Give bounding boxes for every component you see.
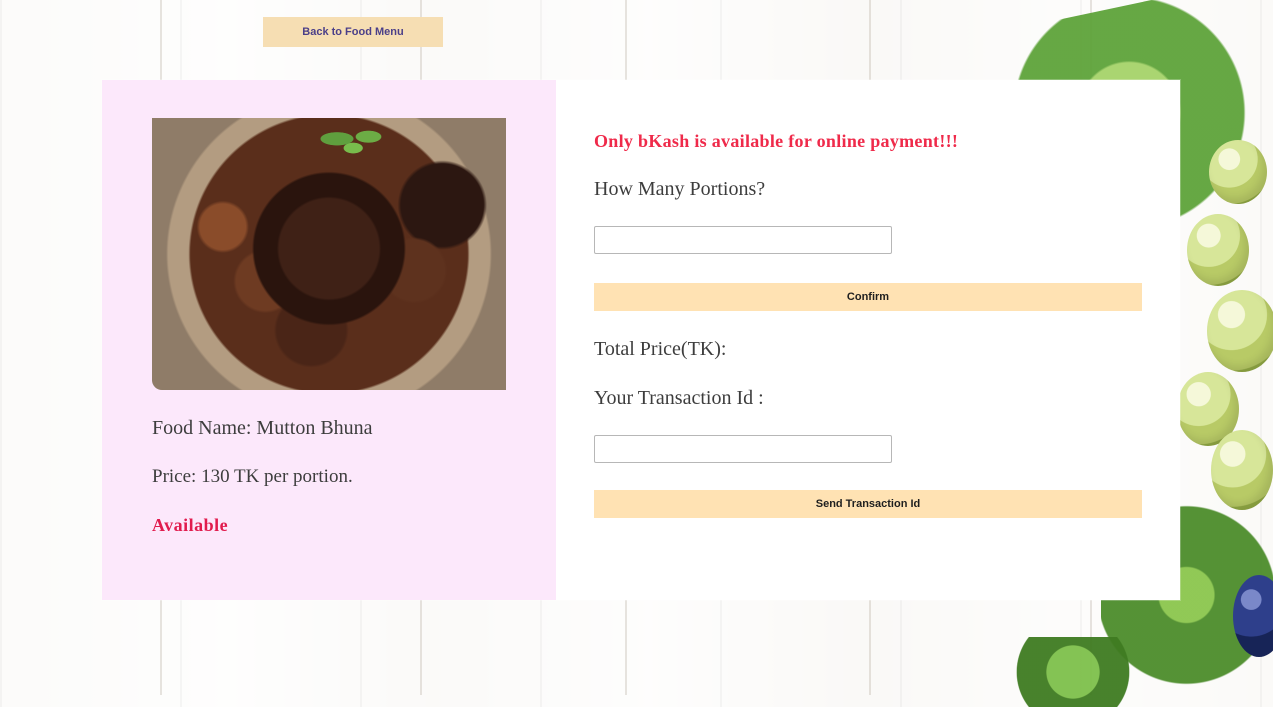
transaction-id-label: Your Transaction Id : — [594, 387, 764, 409]
confirm-button[interactable]: Confirm — [594, 283, 1142, 311]
food-name: Food Name: Mutton Bhuna — [152, 417, 373, 439]
send-transaction-id-button[interactable]: Send Transaction Id — [594, 490, 1142, 518]
total-price-label: Total Price(TK): — [594, 338, 727, 360]
portions-input[interactable] — [594, 226, 892, 254]
decorative-grape — [1209, 140, 1267, 204]
decorative-leaf-small — [993, 637, 1153, 707]
decorative-grape — [1211, 430, 1273, 510]
portions-label: How Many Portions? — [594, 178, 766, 200]
food-image — [152, 118, 506, 390]
food-details-panel: Food Name: Mutton Bhuna Price: 130 TK pe… — [102, 80, 556, 600]
decorative-grape — [1187, 214, 1249, 286]
decorative-grape — [1207, 290, 1273, 372]
payment-notice: Only bKash is available for online payme… — [594, 131, 959, 151]
order-card: Food Name: Mutton Bhuna Price: 130 TK pe… — [102, 80, 1180, 600]
transaction-id-input[interactable] — [594, 435, 892, 463]
back-to-food-menu-button[interactable]: Back to Food Menu — [263, 17, 443, 47]
food-price: Price: 130 TK per portion. — [152, 466, 353, 487]
availability-status: Available — [152, 515, 229, 535]
payment-panel: Only bKash is available for online payme… — [556, 80, 1180, 600]
